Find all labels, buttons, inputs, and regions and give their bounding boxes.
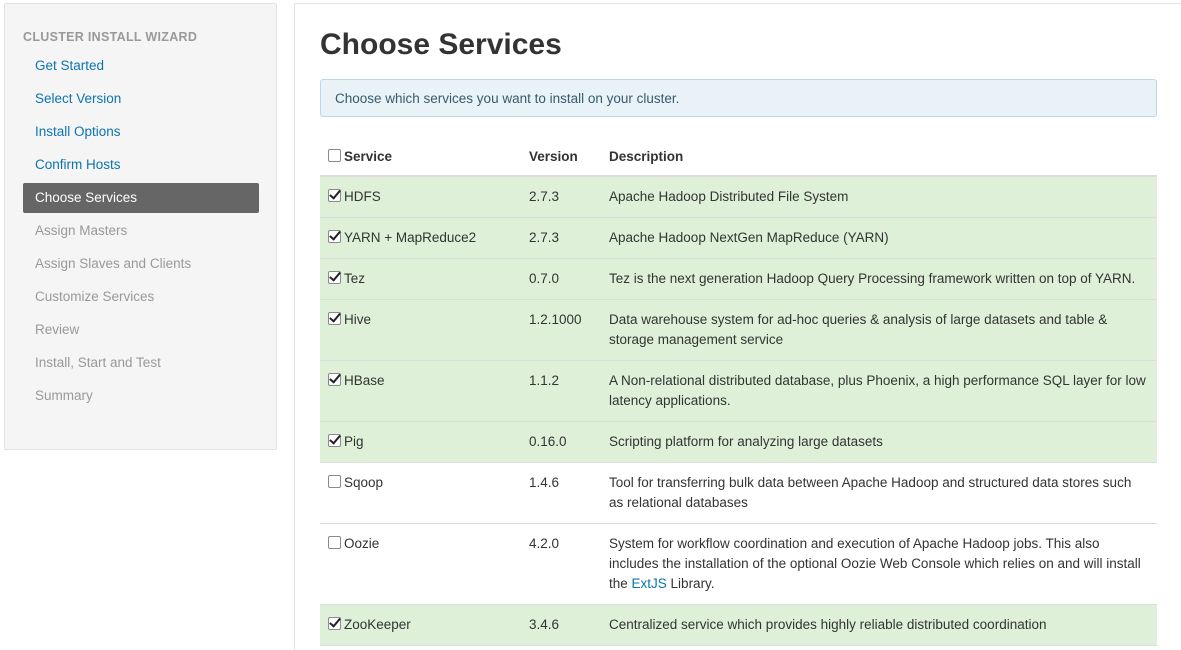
description-text: Library. — [666, 576, 715, 591]
wizard-steps: Get Started Select Version Install Optio… — [23, 51, 259, 414]
service-cell: HDFS — [320, 176, 521, 218]
service-row-hbase[interactable]: HBase 1.1.2 A Non-relational distributed… — [320, 360, 1157, 422]
step-choose-services: Choose Services — [23, 183, 259, 213]
service-row-zookeeper[interactable]: ZooKeeper 3.4.6 Centralized service whic… — [320, 604, 1157, 646]
service-cell: YARN + MapReduce2 — [320, 217, 521, 259]
service-name: HDFS — [344, 189, 381, 204]
step-customize-services: Customize Services — [35, 289, 155, 304]
page-title: Choose Services — [320, 28, 562, 61]
step-assign-slaves-clients: Assign Slaves and Clients — [35, 256, 192, 271]
service-checkbox-hbase[interactable] — [328, 373, 341, 386]
step-select-version[interactable]: Select Version — [23, 84, 259, 114]
service-checkbox-hdfs[interactable] — [328, 189, 341, 202]
service-description: Centralized service which provides highl… — [601, 604, 1157, 646]
service-description: System for workflow coordination and exe… — [601, 523, 1157, 605]
service-version: 1.1.2 — [521, 360, 601, 422]
step-summary: Summary — [35, 388, 93, 403]
service-version: 0.16.0 — [521, 421, 601, 463]
service-checkbox-tez[interactable] — [328, 271, 341, 284]
service-version: 1.2.1000 — [521, 299, 601, 361]
service-name: Pig — [344, 434, 364, 449]
step-get-started[interactable]: Get Started — [23, 51, 259, 81]
step-install-options[interactable]: Install Options — [23, 117, 259, 147]
service-name: YARN + MapReduce2 — [344, 230, 477, 245]
service-version: 0.7.0 — [521, 258, 601, 300]
service-row-pig[interactable]: Pig 0.16.0 Scripting platform for analyz… — [320, 421, 1157, 463]
service-checkbox-hive[interactable] — [328, 312, 341, 325]
main-content: Choose Services Choose which services yo… — [294, 3, 1181, 650]
service-checkbox-oozie[interactable] — [328, 536, 341, 549]
service-cell: Oozie — [320, 523, 521, 605]
service-name: HBase — [344, 373, 385, 388]
service-description: Apache Hadoop NextGen MapReduce (YARN) — [601, 217, 1157, 259]
service-row-sqoop[interactable]: Sqoop 1.4.6 Tool for transferring bulk d… — [320, 462, 1157, 524]
description-column-header: Description — [601, 138, 1157, 177]
service-row-hdfs[interactable]: HDFS 2.7.3 Apache Hadoop Distributed Fil… — [320, 176, 1157, 218]
service-name: Sqoop — [344, 475, 384, 490]
service-column-header: Service — [320, 138, 521, 177]
wizard-sidebar: CLUSTER INSTALL WIZARD Get Started Selec… — [4, 3, 277, 450]
service-name: Tez — [344, 271, 366, 286]
sidebar-header: CLUSTER INSTALL WIZARD — [23, 30, 198, 44]
service-cell: HBase — [320, 360, 521, 422]
service-checkbox-sqoop[interactable] — [328, 475, 341, 488]
service-description: Apache Hadoop Distributed File System — [601, 176, 1157, 218]
service-cell: Hive — [320, 299, 521, 361]
extjs-link[interactable]: ExtJS — [632, 576, 667, 591]
service-description: Tez is the next generation Hadoop Query … — [601, 258, 1157, 300]
service-description: Scripting platform for analyzing large d… — [601, 421, 1157, 463]
version-column-header: Version — [521, 138, 601, 177]
service-checkbox-yarn[interactable] — [328, 230, 341, 243]
service-version: 1.4.6 — [521, 462, 601, 524]
service-version: 4.2.0 — [521, 523, 601, 605]
service-header-label: Service — [344, 149, 393, 164]
service-version: 2.7.3 — [521, 176, 601, 218]
step-assign-masters: Assign Masters — [35, 223, 128, 238]
service-cell: Sqoop — [320, 462, 521, 524]
service-version: 2.7.3 — [521, 217, 601, 259]
service-cell: Pig — [320, 421, 521, 463]
table-header-row: Service Version Description — [320, 138, 1157, 177]
service-name: Hive — [344, 312, 372, 327]
service-version: 3.4.6 — [521, 604, 601, 646]
service-description: Tool for transferring bulk data between … — [601, 462, 1157, 524]
step-confirm-hosts[interactable]: Confirm Hosts — [23, 150, 259, 180]
info-alert: Choose which services you want to instal… — [320, 79, 1157, 117]
service-checkbox-zookeeper[interactable] — [328, 617, 341, 630]
service-row-oozie[interactable]: Oozie 4.2.0 System for workflow coordina… — [320, 523, 1157, 605]
step-review: Review — [35, 322, 80, 337]
service-description: Data warehouse system for ad-hoc queries… — [601, 299, 1157, 361]
service-name: Oozie — [344, 536, 380, 551]
step-install-start-test: Install, Start and Test — [35, 355, 161, 370]
services-table: Service Version Description HDFS 2.7.3 A… — [320, 138, 1157, 646]
service-name: ZooKeeper — [344, 617, 411, 632]
service-row-tez[interactable]: Tez 0.7.0 Tez is the next generation Had… — [320, 258, 1157, 300]
select-all-checkbox[interactable] — [328, 149, 341, 162]
service-description: A Non-relational distributed database, p… — [601, 360, 1157, 422]
service-cell: Tez — [320, 258, 521, 300]
service-row-yarn[interactable]: YARN + MapReduce2 2.7.3 Apache Hadoop Ne… — [320, 217, 1157, 259]
service-cell: ZooKeeper — [320, 604, 521, 646]
service-row-hive[interactable]: Hive 1.2.1000 Data warehouse system for … — [320, 299, 1157, 361]
service-checkbox-pig[interactable] — [328, 434, 341, 447]
